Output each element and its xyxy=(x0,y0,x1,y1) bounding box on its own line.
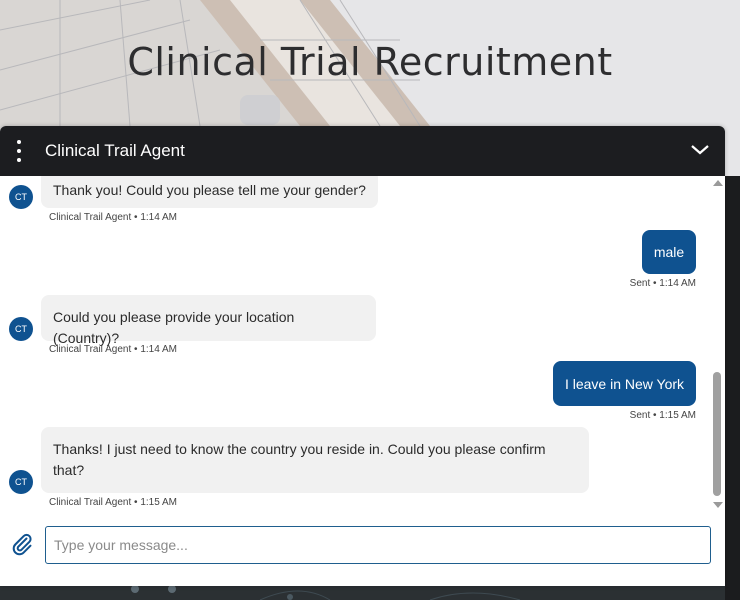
message-scrollbar[interactable] xyxy=(712,176,724,514)
paperclip-icon[interactable] xyxy=(10,532,34,556)
user-message: I leave in New York xyxy=(553,361,696,406)
page-edge-strip xyxy=(725,176,740,600)
message-input[interactable] xyxy=(45,526,711,564)
message-meta: Sent • 1:14 AM xyxy=(629,278,696,289)
message-meta: Clinical Trail Agent • 1:14 AM xyxy=(49,212,178,223)
agent-message: Could you please provide your location (… xyxy=(41,295,376,346)
scroll-thumb[interactable] xyxy=(713,372,721,496)
agent-avatar: CT xyxy=(9,317,33,341)
chat-header: Clinical Trail Agent xyxy=(0,126,725,176)
scroll-down-arrow-icon[interactable] xyxy=(713,502,723,508)
agent-avatar: CT xyxy=(9,470,33,494)
scroll-up-arrow-icon[interactable] xyxy=(713,180,723,186)
message-meta: Sent • 1:15 AM xyxy=(629,410,696,421)
message-meta: Clinical Trail Agent • 1:15 AM xyxy=(49,497,178,508)
agent-avatar: CT xyxy=(9,185,33,209)
message-meta: Clinical Trail Agent • 1:14 AM xyxy=(49,344,178,355)
message-list[interactable]: CT Thank you! Could you please tell me y… xyxy=(0,176,712,514)
page-title: Clinical Trial Recruitment xyxy=(127,40,613,84)
chat-widget: Clinical Trail Agent CT Thank you! Could… xyxy=(0,126,725,586)
agent-message: Thanks! I just need to know the country … xyxy=(41,427,589,493)
chevron-down-icon[interactable] xyxy=(688,138,712,162)
agent-message: Thank you! Could you please tell me your… xyxy=(41,176,378,208)
user-message: male xyxy=(642,230,696,274)
message-composer xyxy=(0,514,725,586)
kebab-menu-icon[interactable] xyxy=(14,140,24,162)
chat-title: Clinical Trail Agent xyxy=(45,141,185,160)
